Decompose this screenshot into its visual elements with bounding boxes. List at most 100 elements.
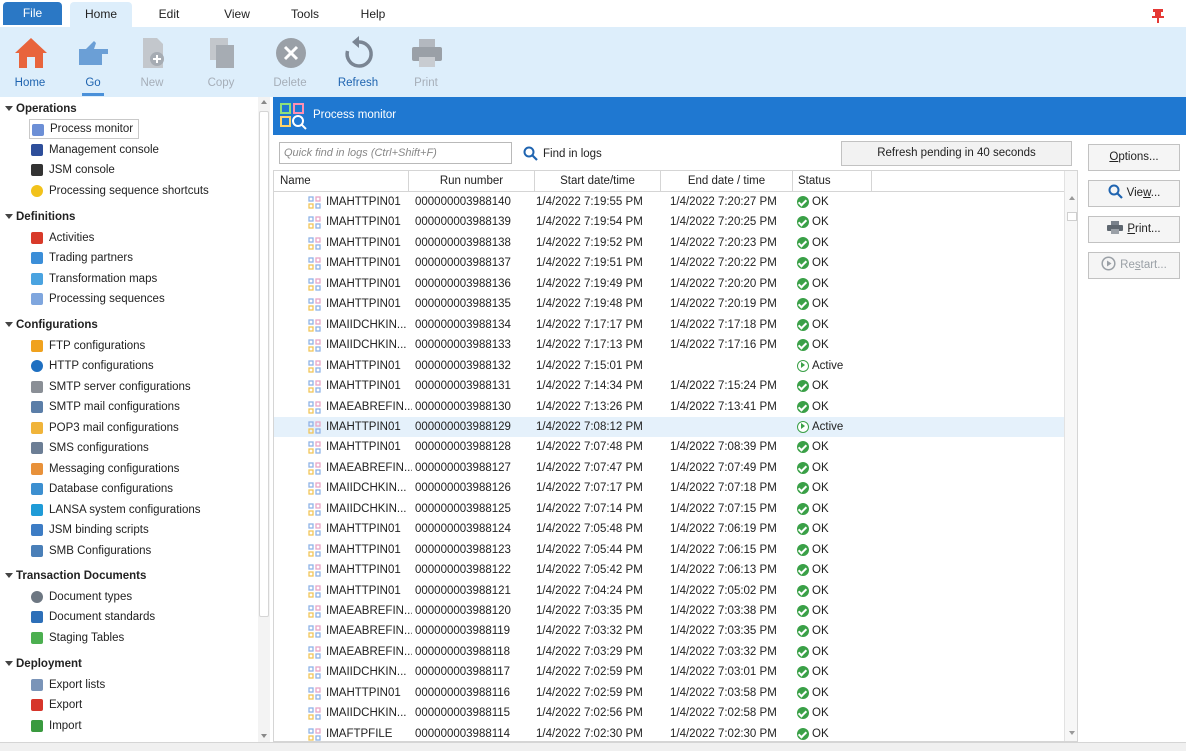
sidebar-item-processing-sequences[interactable]: Processing sequences [29,289,170,309]
home-button[interactable]: Home [2,33,58,95]
group-operations[interactable]: Operations [0,99,77,119]
print-button[interactable]: Print [398,33,454,95]
status-label: OK [812,625,829,638]
table-row[interactable]: IMAHTTPIN01 000000003988140 1/4/2022 7:19:… [274,192,1064,213]
group-transaction-documents[interactable]: Transaction Documents [0,566,146,586]
table-row[interactable]: IMAHTTPIN01 000000003988123 1/4/2022 7:05:… [274,540,1064,561]
column-header-name[interactable]: Name [274,171,409,191]
table-row[interactable]: IMAHTTPIN01 000000003988116 1/4/2022 7:02:… [274,683,1064,704]
cell-end: 1/4/2022 7:07:18 PM [670,482,777,495]
group-deployment[interactable]: Deployment [0,654,82,674]
cell-name: IMAEABREFIN... [304,458,412,478]
sidebar-item-sms-configurations[interactable]: SMS configurations [29,438,154,458]
sidebar-item-document-standards[interactable]: Document standards [29,607,160,627]
go-button[interactable]: Go [65,33,121,95]
table-row[interactable]: IMAFTPFILE 000000003988114 1/4/2022 7:02:3… [274,724,1064,741]
table-row[interactable]: IMAHTTPIN01 000000003988136 1/4/2022 7:19:… [274,274,1064,295]
copy-button[interactable]: Copy [193,33,249,95]
column-header-end[interactable]: End date / time [661,171,793,191]
table-row[interactable]: IMAHTTPIN01 000000003988128 1/4/2022 7:07:… [274,437,1064,458]
delete-button[interactable]: Delete [262,33,318,95]
table-row[interactable]: IMAEABREFIN... 000000003988119 1/4/2022 7:… [274,621,1064,642]
quick-find-input[interactable]: Quick find in logs (Ctrl+Shift+F) [279,142,512,164]
table-row[interactable]: IMAEABREFIN... 000000003988130 1/4/2022 7:… [274,397,1064,418]
sidebar-item-smtp-mail-configurations[interactable]: SMTP mail configurations [29,397,185,417]
sidebar-scroll-thumb[interactable] [259,111,269,617]
table-row[interactable]: IMAIIDCHKIN... 000000003988126 1/4/2022 7:… [274,478,1064,499]
sidebar-item-export[interactable]: Export [29,695,87,715]
table-row[interactable]: IMAHTTPIN01 000000003988129 1/4/2022 7:08:… [274,416,1064,438]
sidebar-item-ftp-configurations[interactable]: FTP configurations [29,336,150,356]
menu-tools[interactable]: Tools [282,2,328,27]
table-scroll-thumb[interactable] [1067,212,1077,221]
table-row[interactable]: IMAIIDCHKIN... 000000003988117 1/4/2022 7:… [274,662,1064,683]
cell-end: 1/4/2022 7:20:20 PM [670,277,777,290]
sidebar-item-smb-configurations[interactable]: SMB Configurations [29,541,156,561]
sidebar-item-processing-sequence-shortcuts[interactable]: Processing sequence shortcuts [29,181,214,201]
menu-file[interactable]: File [3,2,62,25]
cell-start: 1/4/2022 7:05:44 PM [536,543,643,556]
sidebar-item-jsm-binding-scripts[interactable]: JSM binding scripts [29,520,154,540]
column-header-run-number[interactable]: Run number [409,171,535,191]
table-row[interactable]: IMAEABREFIN... 000000003988127 1/4/2022 7:… [274,458,1064,479]
sidebar-item-management-console[interactable]: Management console [29,140,164,160]
sidebar-item-database-configurations[interactable]: Database configurations [29,479,178,499]
sidebar-item-transformation-maps[interactable]: Transformation maps [29,269,162,289]
menu-help[interactable]: Help [350,2,396,27]
refresh-button[interactable]: Refresh [330,33,386,95]
refresh-pending-button[interactable]: Refresh pending in 40 seconds [841,141,1072,166]
table-row[interactable]: IMAHTTPIN01 000000003988137 1/4/2022 7:19:… [274,253,1064,274]
restart-button[interactable]: Restart... [1088,252,1180,279]
table-row[interactable]: IMAHTTPIN01 000000003988138 1/4/2022 7:19:… [274,233,1064,254]
sidebar-item-lansa-system-configurations[interactable]: LANSA system configurations [29,500,206,520]
sidebar-item-document-types[interactable]: Document types [29,587,137,607]
print-log-button[interactable]: Print... [1088,216,1180,243]
sidebar-item-trading-partners[interactable]: Trading partners [29,248,138,268]
table-scrollbar[interactable] [1064,171,1077,741]
sidebar-item-activities[interactable]: Activities [29,228,99,248]
sidebar-item-smtp-server-configurations[interactable]: SMTP server configurations [29,377,196,397]
table-row[interactable]: IMAHTTPIN01 000000003988139 1/4/2022 7:19:… [274,212,1064,233]
table-row[interactable]: IMAIIDCHKIN... 000000003988125 1/4/2022 7:… [274,499,1064,520]
sidebar-item-import[interactable]: Import [29,716,87,736]
sidebar-item-pop3-mail-configurations[interactable]: POP3 mail configurations [29,418,184,438]
options-button[interactable]: Options... [1088,144,1180,171]
sidebar-item-staging-tables[interactable]: Staging Tables [29,628,129,648]
group-configurations[interactable]: Configurations [0,315,98,335]
table-row[interactable]: IMAHTTPIN01 000000003988135 1/4/2022 7:19:… [274,294,1064,315]
table-row[interactable]: IMAEABREFIN... 000000003988118 1/4/2022 7:… [274,642,1064,663]
sidebar-item-process-monitor[interactable]: Process monitor [29,119,140,139]
cell-name: IMAEABREFIN... [304,642,412,662]
table-row[interactable]: IMAHTTPIN01 000000003988124 1/4/2022 7:05:… [274,519,1064,540]
refresh-label: Refresh [337,77,379,89]
new-button[interactable]: New [124,33,180,95]
menu-home[interactable]: Home [70,2,132,27]
table-row[interactable]: IMAHTTPIN01 000000003988131 1/4/2022 7:14:… [274,376,1064,397]
sidebar-item-export-lists[interactable]: Export lists [29,675,110,695]
table-row[interactable]: IMAIIDCHKIN... 000000003988115 1/4/2022 7:… [274,703,1064,724]
check-circle-icon [797,686,809,699]
scroll-down-icon[interactable] [261,734,267,738]
table-row[interactable]: IMAIIDCHKIN... 000000003988134 1/4/2022 7:… [274,315,1064,336]
table-row[interactable]: IMAHTTPIN01 000000003988132 1/4/2022 7:15:… [274,356,1064,377]
sidebar-scrollbar[interactable] [258,97,270,742]
column-header-status[interactable]: Status [793,171,872,191]
scroll-down-icon[interactable] [1069,731,1075,735]
table-row[interactable]: IMAHTTPIN01 000000003988122 1/4/2022 7:05:… [274,560,1064,581]
group-definitions[interactable]: Definitions [0,207,75,227]
sidebar-item-http-configurations[interactable]: HTTP configurations [29,356,159,376]
menu-view[interactable]: View [212,2,262,27]
view-button[interactable]: View... [1088,180,1180,207]
table-row[interactable]: IMAEABREFIN... 000000003988120 1/4/2022 7:… [274,601,1064,622]
sidebar-item-jsm-console[interactable]: JSM console [29,160,120,180]
column-header-start[interactable]: Start date/time [535,171,661,191]
pin-icon[interactable] [1150,7,1166,23]
table-row[interactable]: IMAHTTPIN01 000000003988121 1/4/2022 7:04:… [274,581,1064,602]
scroll-up-icon[interactable] [1069,196,1075,200]
find-in-logs-button[interactable]: Find in logs [523,145,602,163]
scroll-up-icon[interactable] [261,100,267,104]
cell-name: IMAHTTPIN01 [304,274,412,294]
menu-edit[interactable]: Edit [145,2,193,27]
table-row[interactable]: IMAIIDCHKIN... 000000003988133 1/4/2022 7:… [274,335,1064,356]
sidebar-item-messaging-configurations[interactable]: Messaging configurations [29,459,184,479]
